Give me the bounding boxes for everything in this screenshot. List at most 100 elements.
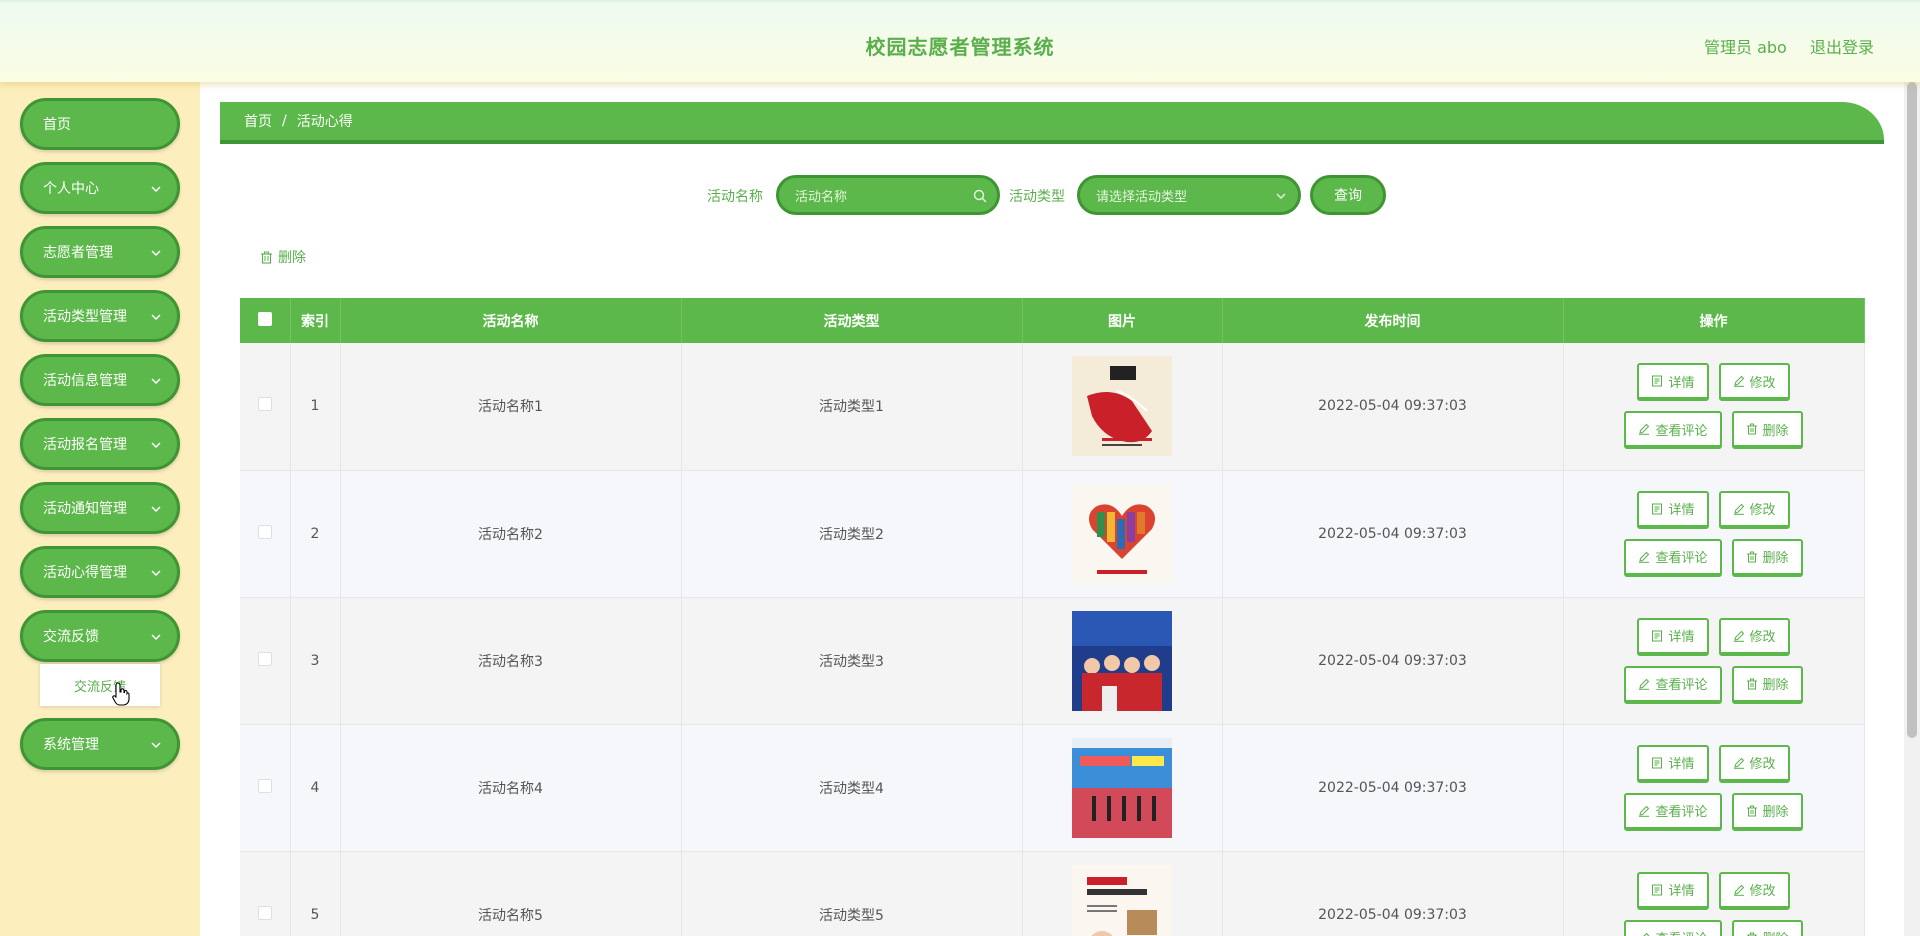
view-comments-button[interactable]: 查看评论 bbox=[1624, 538, 1722, 577]
photo-group-image bbox=[1072, 610, 1172, 711]
breadcrumb-home[interactable]: 首页 bbox=[244, 111, 272, 131]
detail-label: 详情 bbox=[1668, 375, 1695, 391]
col-header-time[interactable]: 发布时间 bbox=[1222, 298, 1564, 343]
chevron-down-icon bbox=[151, 506, 161, 513]
row-delete-button[interactable]: 删除 bbox=[1731, 792, 1803, 831]
index-cell: 3 bbox=[290, 597, 341, 725]
edit-label: 修改 bbox=[1749, 630, 1776, 645]
edit-button[interactable]: 修改 bbox=[1718, 744, 1790, 783]
activity-name-cell: 活动名称4 bbox=[340, 724, 682, 852]
row-checkbox[interactable] bbox=[257, 905, 272, 920]
batch-delete-label: 删除 bbox=[278, 250, 306, 266]
detail-button[interactable]: 详情 bbox=[1637, 744, 1709, 783]
row-delete-button[interactable]: 删除 bbox=[1731, 919, 1803, 936]
detail-button[interactable]: 详情 bbox=[1637, 617, 1709, 656]
row-delete-button[interactable]: 删除 bbox=[1731, 538, 1803, 577]
sidebar-item-9[interactable]: 系统管理 bbox=[20, 718, 180, 770]
edit-button[interactable]: 修改 bbox=[1718, 490, 1790, 529]
edit-pencil-icon bbox=[1643, 932, 1650, 936]
detail-button[interactable]: 详情 bbox=[1637, 363, 1709, 402]
col-header-actions: 操作 bbox=[1563, 298, 1865, 343]
logout-link[interactable]: 退出登录 bbox=[1810, 34, 1874, 58]
view-comments-label: 查看评论 bbox=[1655, 805, 1708, 820]
poster-heart-books-image bbox=[1072, 483, 1172, 584]
row-select-cell bbox=[240, 597, 291, 725]
view-comments-label: 查看评论 bbox=[1655, 928, 1707, 936]
batch-delete-button[interactable]: 删除 bbox=[260, 247, 306, 267]
edit-button[interactable]: 修改 bbox=[1718, 617, 1790, 656]
edit-pencil-icon bbox=[1639, 551, 1650, 563]
col-header-name[interactable]: 活动名称 bbox=[340, 298, 682, 343]
col-header-index[interactable]: 索引 bbox=[290, 298, 341, 343]
image-cell bbox=[1022, 724, 1223, 852]
hand-cursor-icon bbox=[112, 682, 130, 706]
sidebar-item-2[interactable]: 志愿者管理 bbox=[20, 226, 180, 278]
row-checkbox[interactable] bbox=[257, 651, 272, 666]
row-select-cell bbox=[240, 851, 291, 936]
col-header-type[interactable]: 活动类型 bbox=[681, 298, 1023, 343]
sidebar-item-8[interactable]: 交流反馈 bbox=[20, 610, 180, 662]
view-comments-label: 查看评论 bbox=[1655, 678, 1708, 693]
edit-label: 修改 bbox=[1749, 503, 1776, 518]
sidebar-item-label: 系统管理 bbox=[43, 737, 99, 753]
chevron-down-icon bbox=[151, 742, 161, 749]
select-all-checkbox[interactable] bbox=[257, 311, 272, 326]
row-delete-label: 删除 bbox=[1762, 423, 1789, 439]
chevron-down-icon bbox=[151, 250, 161, 257]
chevron-down-icon bbox=[151, 634, 161, 641]
activity-name-label: 活动名称 bbox=[707, 189, 763, 205]
sidebar-item-6[interactable]: 活动通知管理 bbox=[20, 482, 180, 534]
col-header-image[interactable]: 图片 bbox=[1022, 298, 1223, 343]
detail-button[interactable]: 详情 bbox=[1637, 490, 1709, 529]
row-checkbox[interactable] bbox=[257, 778, 272, 793]
row-checkbox[interactable] bbox=[257, 397, 272, 412]
sidebar-item-3[interactable]: 活动类型管理 bbox=[20, 290, 180, 342]
view-comments-button[interactable]: 查看评论 bbox=[1624, 792, 1722, 831]
activity-type-cell: 活动类型3 bbox=[681, 597, 1023, 725]
detail-button[interactable]: 详情 bbox=[1637, 871, 1709, 910]
edit-button[interactable]: 修改 bbox=[1718, 363, 1790, 402]
page-scrollbar[interactable] bbox=[1904, 82, 1920, 936]
activity-name-cell: 活动名称1 bbox=[340, 343, 682, 471]
edit-label: 修改 bbox=[1749, 884, 1776, 899]
trash-icon bbox=[1746, 805, 1757, 816]
activity-name-cell: 活动名称5 bbox=[340, 851, 682, 936]
activity-name-cell: 活动名称3 bbox=[340, 597, 682, 725]
chevron-down-icon bbox=[151, 378, 161, 385]
view-comments-button[interactable]: 查看评论 bbox=[1624, 665, 1722, 704]
search-icon bbox=[973, 189, 987, 203]
submenu-item-feedback[interactable]: 交流反馈 bbox=[40, 664, 160, 706]
sidebar-item-7[interactable]: 活动心得管理 bbox=[20, 546, 180, 598]
view-comments-button[interactable]: 查看评论 bbox=[1624, 919, 1722, 936]
row-delete-label: 删除 bbox=[1763, 928, 1789, 936]
row-checkbox[interactable] bbox=[257, 524, 272, 539]
publish-time-cell: 2022-05-04 09:37:03 bbox=[1222, 724, 1564, 852]
sidebar-item-label: 活动心得管理 bbox=[43, 565, 127, 581]
edit-pencil-icon bbox=[1733, 757, 1744, 769]
sidebar-item-0[interactable]: 首页 bbox=[20, 98, 180, 150]
photo-banner-image bbox=[1072, 737, 1172, 838]
row-delete-button[interactable]: 删除 bbox=[1731, 665, 1803, 704]
image-cell bbox=[1022, 343, 1223, 471]
index-cell: 2 bbox=[290, 470, 341, 598]
table-header-row: 索引 活动名称 活动类型 图片 发布时间 操作 bbox=[240, 298, 1865, 343]
sidebar-item-4[interactable]: 活动信息管理 bbox=[20, 354, 180, 406]
activity-name-input[interactable]: 活动名称 bbox=[776, 175, 1000, 215]
sidebar-item-label: 个人中心 bbox=[43, 181, 99, 197]
trash-icon bbox=[1746, 551, 1757, 562]
publish-time-cell: 2022-05-04 09:37:03 bbox=[1222, 851, 1564, 936]
chevron-down-icon bbox=[151, 314, 161, 321]
sidebar-item-1[interactable]: 个人中心 bbox=[20, 162, 180, 214]
sidebar-item-label: 活动类型管理 bbox=[43, 309, 127, 325]
edit-pencil-icon bbox=[1733, 376, 1744, 388]
query-button[interactable]: 查询 bbox=[1310, 175, 1386, 215]
activity-type-select[interactable]: 请选择活动类型 bbox=[1077, 175, 1301, 215]
scrollbar-thumb[interactable] bbox=[1907, 82, 1917, 738]
actions-cell: 详情 修改查看评论 删除 bbox=[1563, 851, 1865, 936]
index-cell: 4 bbox=[290, 724, 341, 852]
view-comments-button[interactable]: 查看评论 bbox=[1624, 411, 1722, 450]
row-delete-button[interactable]: 删除 bbox=[1731, 411, 1803, 450]
sidebar-item-5[interactable]: 活动报名管理 bbox=[20, 418, 180, 470]
edit-button[interactable]: 修改 bbox=[1718, 871, 1790, 910]
poster-book-image bbox=[1072, 864, 1172, 936]
